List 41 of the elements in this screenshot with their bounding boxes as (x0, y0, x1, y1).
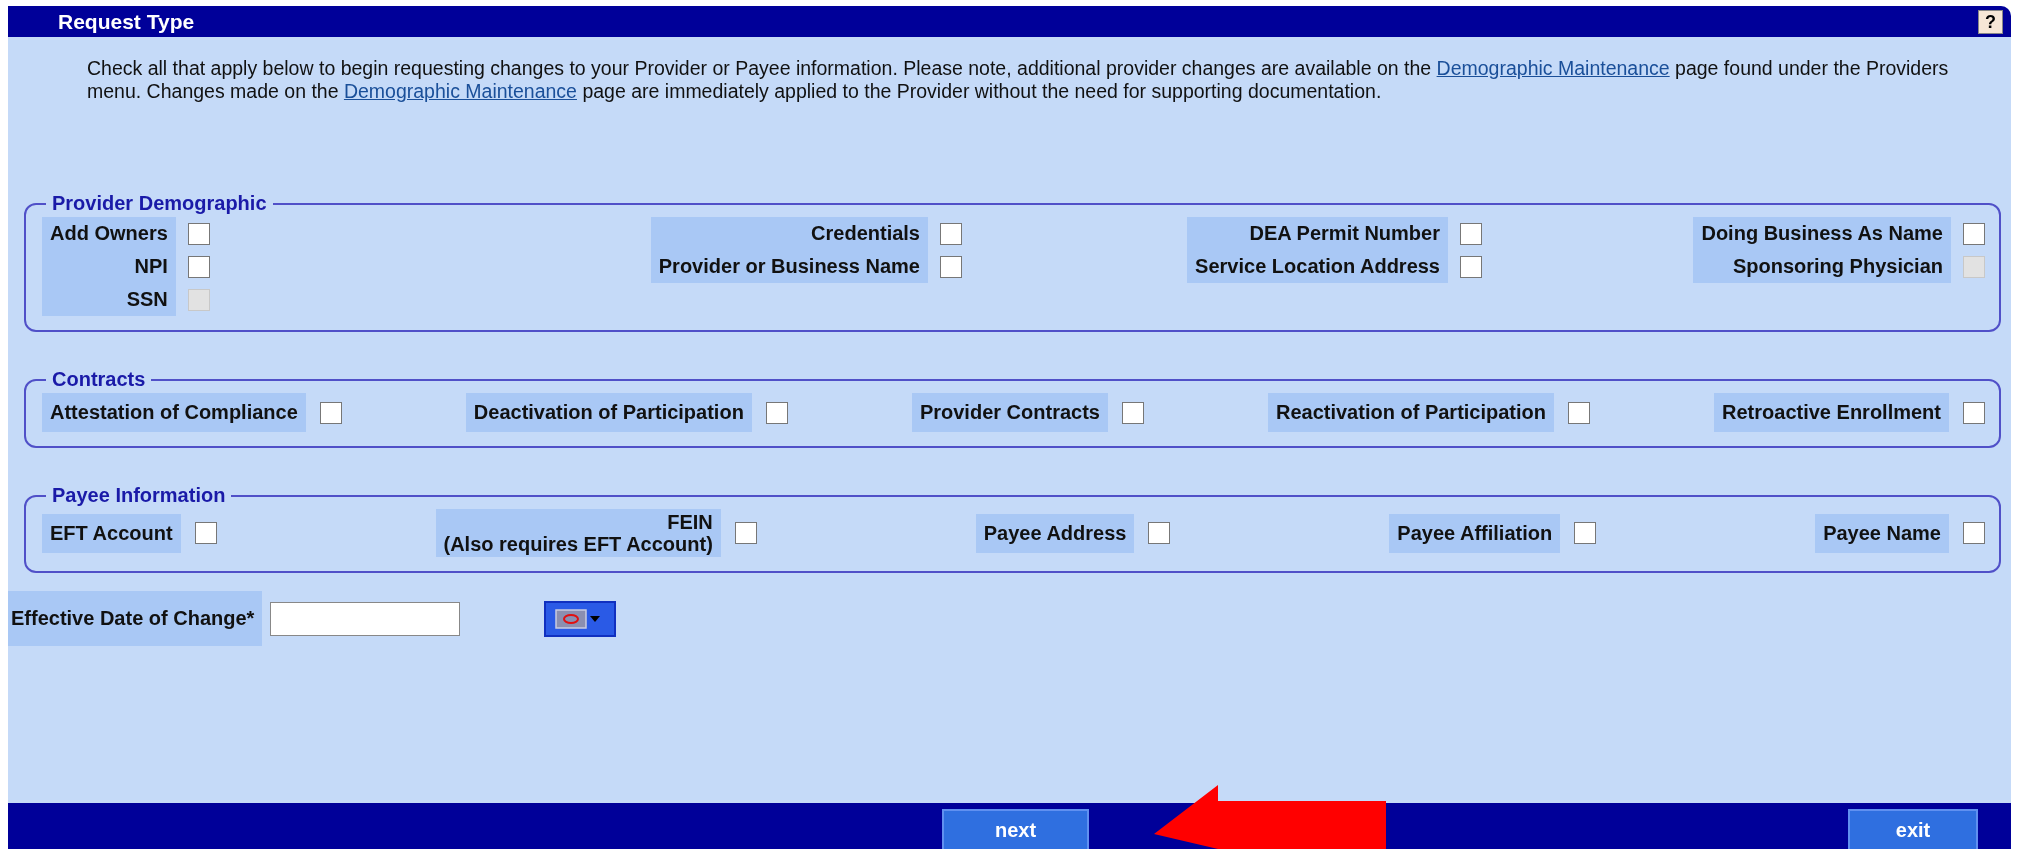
section-title: Contracts (51, 368, 147, 391)
field-label: Payee Name (1815, 513, 1949, 553)
calendar-button[interactable] (544, 600, 617, 637)
field-label: Payee Affiliation (1389, 513, 1561, 553)
checkbox[interactable] (734, 522, 757, 544)
checkbox[interactable] (1460, 255, 1482, 278)
link[interactable]: Demographic Maintenance (343, 80, 577, 102)
field-label: Payee Address (975, 513, 1135, 553)
checkbox[interactable] (194, 522, 217, 544)
help-button[interactable]: ? (1978, 9, 2003, 34)
link[interactable]: Demographic Maintenance (1436, 57, 1670, 79)
checkbox[interactable] (1963, 222, 1985, 245)
checkbox[interactable] (1148, 522, 1171, 544)
field-label: Attestation of Compliance (42, 393, 306, 432)
panel-title: Request Type (58, 9, 195, 34)
field-label: EFT Account (42, 513, 181, 553)
exit-button[interactable]: exit (1848, 809, 1978, 849)
field-label: Deactivation of Participation (465, 393, 752, 432)
checkbox[interactable] (1963, 401, 1985, 424)
field-label: Retroactive Enrollment (1714, 393, 1949, 432)
next-button[interactable]: next (942, 809, 1089, 849)
checkbox[interactable] (319, 401, 342, 424)
date-field[interactable] (270, 601, 461, 636)
checkbox[interactable] (1574, 522, 1597, 544)
checkbox[interactable] (1121, 401, 1144, 424)
section-title: Payee Information (51, 484, 227, 507)
field-note: (Also requires EFT Account) (443, 533, 713, 555)
field-label: Reactivation of Participation (1267, 393, 1555, 432)
field-label: Effective Date of Change* (8, 591, 263, 646)
checkbox[interactable] (187, 255, 210, 278)
checkbox[interactable] (765, 401, 788, 424)
section-title: Provider Demographic (51, 192, 268, 215)
checkbox[interactable] (187, 222, 210, 245)
field-label: FEIN (667, 511, 713, 533)
intro-text: Check all that apply below to begin requesting changes to your Provider or Payee information. Please note, additional provider changes are available on the Demographic Maintenance page found under the Providers menu. Changes made on the Demographic Maintenance page are immediately applied to the Provider without the need for supporting documentation. (87, 57, 1950, 104)
checkbox[interactable] (1568, 401, 1591, 424)
checkbox[interactable] (940, 255, 962, 278)
checkbox[interactable] (940, 222, 962, 245)
checkbox[interactable] (1963, 522, 1985, 544)
field-label: Provider Contracts (911, 393, 1108, 432)
checkbox[interactable] (1460, 222, 1482, 245)
